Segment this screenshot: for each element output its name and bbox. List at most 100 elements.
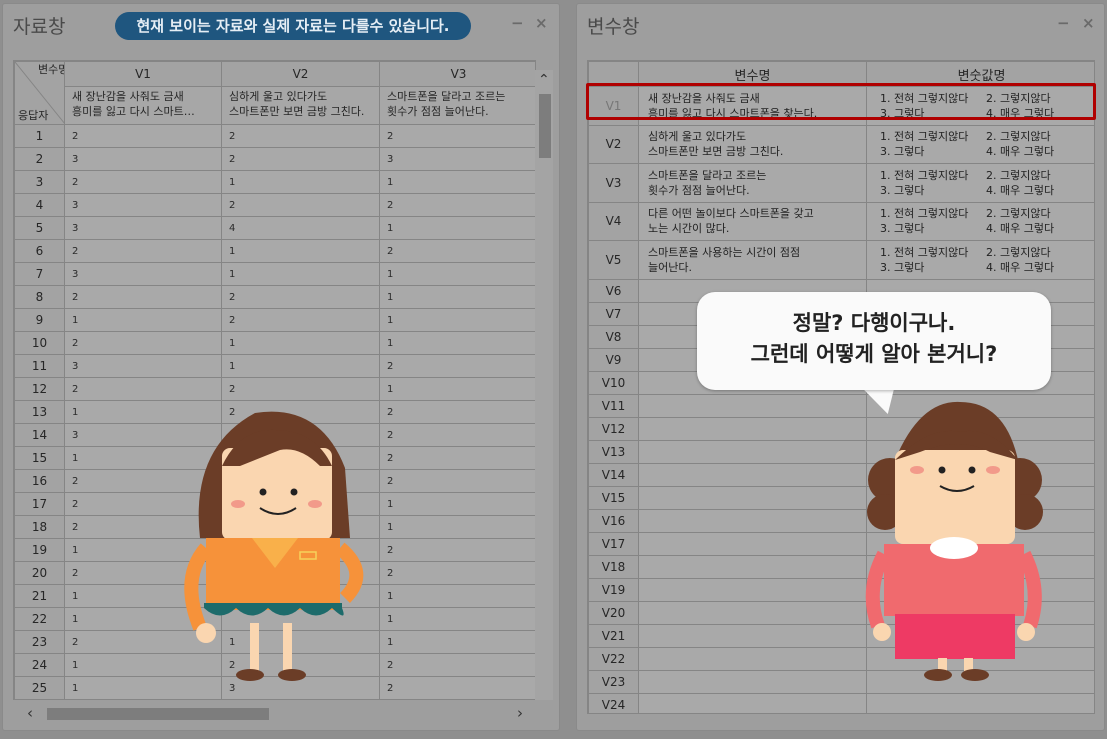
variable-description[interactable]: 스마트폰을 달라고 조르는 횟수가 점점 늘어난다. bbox=[638, 163, 867, 203]
variable-name[interactable]: V4 bbox=[588, 201, 639, 241]
variable-name[interactable]: V1 bbox=[588, 86, 639, 126]
column-header[interactable]: V3 bbox=[379, 61, 535, 87]
row-number[interactable]: 18 bbox=[14, 515, 65, 539]
data-cell[interactable]: 2 bbox=[221, 147, 380, 171]
minimize-button[interactable]: − bbox=[1057, 14, 1070, 32]
variable-name[interactable]: V15 bbox=[588, 485, 639, 510]
row-number[interactable]: 24 bbox=[14, 653, 65, 677]
row-number[interactable]: 11 bbox=[14, 354, 65, 378]
variable-name[interactable]: V8 bbox=[588, 324, 639, 349]
horizontal-scrollbar[interactable]: ‹ › bbox=[23, 704, 533, 722]
data-cell[interactable]: 2 bbox=[64, 170, 222, 194]
variable-row[interactable]: V4 다른 어떤 놀이보다 스마트폰을 갖고 노는 시간이 많다. 1. 전혀 그렇… bbox=[588, 201, 1094, 241]
row-number[interactable]: 16 bbox=[14, 469, 65, 493]
data-cell[interactable]: 2 bbox=[379, 124, 535, 148]
row-number[interactable]: 20 bbox=[14, 561, 65, 585]
variable-row[interactable]: V2 심하게 울고 있다가도 스마트폰만 보면 금방 그친다. 1. 전혀 그렇지않… bbox=[588, 124, 1094, 164]
data-cell[interactable]: 1 bbox=[379, 216, 535, 240]
variable-name[interactable]: V24 bbox=[588, 692, 639, 713]
scroll-right-icon[interactable]: › bbox=[517, 704, 523, 722]
variable-name[interactable]: V23 bbox=[588, 669, 639, 694]
variable-description[interactable] bbox=[638, 531, 867, 556]
data-cell[interactable]: 1 bbox=[379, 285, 535, 309]
row-number[interactable]: 9 bbox=[14, 308, 65, 332]
variable-name[interactable]: V5 bbox=[588, 240, 639, 280]
data-cell[interactable]: 2 bbox=[221, 193, 380, 217]
row-number[interactable]: 12 bbox=[14, 377, 65, 401]
column-header[interactable]: V2 bbox=[221, 61, 380, 87]
data-cell[interactable]: 3 bbox=[64, 216, 222, 240]
data-cell[interactable]: 2 bbox=[379, 193, 535, 217]
variable-description[interactable] bbox=[638, 600, 867, 625]
data-cell[interactable]: 1 bbox=[379, 515, 535, 539]
data-cell[interactable]: 3 bbox=[379, 147, 535, 171]
data-cell[interactable]: 2 bbox=[379, 676, 535, 699]
variable-description[interactable] bbox=[638, 393, 867, 418]
data-cell[interactable]: 1 bbox=[379, 584, 535, 608]
scroll-up-icon[interactable]: ⌃ bbox=[538, 72, 550, 88]
variable-description[interactable] bbox=[638, 416, 867, 441]
variable-value-labels[interactable] bbox=[866, 692, 1094, 713]
variable-name[interactable]: V17 bbox=[588, 531, 639, 556]
variable-row[interactable]: V3 스마트폰을 달라고 조르는 횟수가 점점 늘어난다. 1. 전혀 그렇지않다 2… bbox=[588, 163, 1094, 203]
minimize-button[interactable]: − bbox=[511, 14, 524, 32]
row-number[interactable]: 25 bbox=[14, 676, 65, 699]
data-cell[interactable]: 1 bbox=[379, 331, 535, 355]
data-cell[interactable]: 1 bbox=[379, 170, 535, 194]
data-cell[interactable]: 2 bbox=[64, 377, 222, 401]
variable-description[interactable]: 심하게 울고 있다가도 스마트폰만 보면 금방 그친다. bbox=[638, 124, 867, 164]
row-number[interactable]: 7 bbox=[14, 262, 65, 286]
data-cell[interactable]: 1 bbox=[221, 331, 380, 355]
row-number[interactable]: 23 bbox=[14, 630, 65, 654]
variable-value-labels[interactable]: 1. 전혀 그렇지않다 2. 그렇지않다 3. 그렇다 4. 매우 그렇다 bbox=[866, 86, 1094, 126]
variable-name[interactable]: V12 bbox=[588, 416, 639, 441]
data-cell[interactable]: 1 bbox=[221, 262, 380, 286]
data-cell[interactable]: 1 bbox=[221, 354, 380, 378]
variable-value-labels[interactable]: 1. 전혀 그렇지않다 2. 그렇지않다 3. 그렇다 4. 매우 그렇다 bbox=[866, 124, 1094, 164]
variable-name[interactable]: V19 bbox=[588, 577, 639, 602]
variable-name[interactable]: V7 bbox=[588, 301, 639, 326]
row-number[interactable]: 22 bbox=[14, 607, 65, 631]
variable-name[interactable]: V11 bbox=[588, 393, 639, 418]
variable-name[interactable]: V14 bbox=[588, 462, 639, 487]
variable-name[interactable]: V13 bbox=[588, 439, 639, 464]
variable-description[interactable] bbox=[638, 462, 867, 487]
scroll-thumb[interactable] bbox=[47, 708, 269, 720]
variable-description[interactable]: 다른 어떤 놀이보다 스마트폰을 갖고 노는 시간이 많다. bbox=[638, 201, 867, 241]
data-cell[interactable]: 2 bbox=[64, 239, 222, 263]
row-number[interactable]: 4 bbox=[14, 193, 65, 217]
data-cell[interactable]: 2 bbox=[379, 538, 535, 562]
variable-description[interactable] bbox=[638, 669, 867, 694]
row-number[interactable]: 8 bbox=[14, 285, 65, 309]
data-cell[interactable]: 1 bbox=[379, 630, 535, 654]
variable-row[interactable]: V5 스마트폰을 사용하는 시간이 점점 늘어난다. 1. 전혀 그렇지않다 2. 그… bbox=[588, 240, 1094, 280]
variable-name[interactable]: V2 bbox=[588, 124, 639, 164]
data-cell[interactable]: 1 bbox=[64, 308, 222, 332]
row-number[interactable]: 5 bbox=[14, 216, 65, 240]
data-cell[interactable]: 2 bbox=[379, 446, 535, 470]
data-cell[interactable]: 2 bbox=[379, 400, 535, 424]
data-cell[interactable]: 2 bbox=[64, 285, 222, 309]
variable-value-labels[interactable]: 1. 전혀 그렇지않다 2. 그렇지않다 3. 그렇다 4. 매우 그렇다 bbox=[866, 201, 1094, 241]
close-button[interactable]: × bbox=[1082, 14, 1095, 32]
data-cell[interactable]: 1 bbox=[379, 377, 535, 401]
variable-name[interactable]: V22 bbox=[588, 646, 639, 671]
variable-description[interactable] bbox=[638, 623, 867, 648]
data-cell[interactable]: 3 bbox=[64, 193, 222, 217]
data-cell[interactable]: 3 bbox=[64, 262, 222, 286]
data-cell[interactable]: 2 bbox=[221, 124, 380, 148]
data-cell[interactable]: 3 bbox=[64, 354, 222, 378]
row-number[interactable]: 2 bbox=[14, 147, 65, 171]
row-number[interactable]: 17 bbox=[14, 492, 65, 516]
data-cell[interactable]: 1 bbox=[379, 492, 535, 516]
variable-name[interactable]: V16 bbox=[588, 508, 639, 533]
close-button[interactable]: × bbox=[535, 14, 548, 32]
variable-description[interactable] bbox=[638, 646, 867, 671]
row-number[interactable]: 14 bbox=[14, 423, 65, 447]
data-cell[interactable]: 2 bbox=[64, 124, 222, 148]
data-cell[interactable]: 2 bbox=[64, 331, 222, 355]
data-cell[interactable]: 2 bbox=[379, 423, 535, 447]
row-number[interactable]: 3 bbox=[14, 170, 65, 194]
variable-value-labels[interactable]: 1. 전혀 그렇지않다 2. 그렇지않다 3. 그렇다 4. 매우 그렇다 bbox=[866, 240, 1094, 280]
data-cell[interactable]: 1 bbox=[221, 170, 380, 194]
